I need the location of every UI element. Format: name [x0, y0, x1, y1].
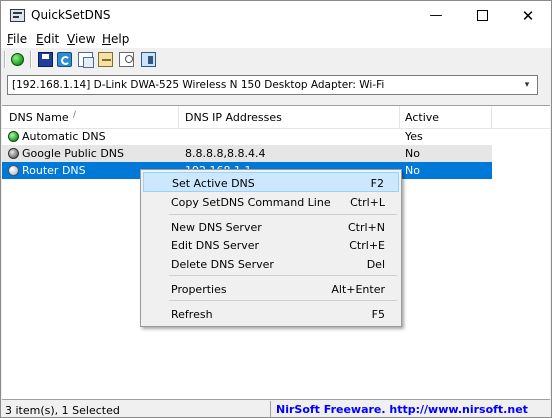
menu-item-properties[interactable]: Properties Alt+Enter — [143, 279, 399, 299]
column-header-active[interactable]: Active — [405, 111, 439, 124]
list-header: DNS Name / DNS IP Addresses Active — [2, 106, 550, 129]
close-button[interactable]: ✕ — [505, 1, 551, 31]
sort-indicator-icon: / — [73, 110, 77, 120]
status-divider — [270, 401, 271, 417]
adapter-selected-value: [192.168.1.14] D-Link DWA-525 Wireless N… — [12, 79, 385, 91]
maximize-button[interactable] — [459, 1, 505, 31]
menu-item-label: Refresh — [171, 308, 213, 321]
dns-name-cell: Google Public DNS — [22, 147, 125, 160]
menu-item-shortcut: Ctrl+N — [347, 221, 385, 234]
menu-item-edit-dns-server[interactable]: Edit DNS Server Ctrl+E — [143, 235, 399, 255]
menu-bar: File Edit View Help — [1, 31, 551, 48]
menu-help[interactable]: Help — [102, 32, 129, 46]
active-cell: Yes — [405, 130, 423, 143]
white-dot-icon — [8, 165, 19, 176]
maximize-icon — [476, 10, 488, 21]
find-icon[interactable] — [119, 52, 134, 67]
toolbar — [1, 48, 551, 72]
menu-item-refresh[interactable]: Refresh F5 — [143, 304, 399, 324]
properties-icon[interactable] — [98, 52, 113, 67]
menu-item-label: New DNS Server — [171, 221, 262, 234]
copy-icon[interactable] — [78, 52, 94, 68]
minimize-button[interactable]: — — [413, 1, 459, 31]
menu-item-label: Set Active DNS — [172, 177, 255, 190]
table-row[interactable]: Google Public DNS 8.8.8.8,8.8.4.4 No — [2, 145, 492, 162]
table-row[interactable]: Automatic DNS Yes — [2, 128, 492, 145]
set-active-dns-icon[interactable] — [11, 53, 24, 66]
menu-view[interactable]: View — [67, 32, 95, 46]
active-cell: No — [405, 147, 420, 160]
column-divider[interactable] — [491, 106, 492, 128]
menu-item-shortcut: Ctrl+E — [349, 239, 385, 252]
refresh-icon[interactable] — [57, 52, 72, 67]
menu-item-label: Edit DNS Server — [171, 239, 260, 252]
dns-name-cell: Automatic DNS — [22, 130, 106, 143]
toolbar-separator — [30, 51, 32, 68]
menu-item-label: Copy SetDNS Command Line — [171, 196, 331, 209]
toolbar-separator — [4, 51, 6, 68]
column-divider[interactable] — [399, 106, 400, 128]
menu-item-label: Properties — [171, 283, 227, 296]
network-adapter-dropdown[interactable]: [192.168.1.14] D-Link DWA-525 Wireless N… — [7, 75, 538, 95]
menu-item-shortcut: Alt+Enter — [331, 283, 385, 296]
status-item-count: 3 item(s), 1 Selected — [5, 404, 120, 417]
menu-separator — [169, 214, 397, 215]
context-menu: Set Active DNS F2 Copy SetDNS Command Li… — [140, 169, 402, 327]
green-dot-icon — [8, 131, 19, 142]
dns-ip-cell: 8.8.8.8,8.8.4.4 — [185, 147, 266, 160]
dns-name-cell: Router DNS — [22, 164, 86, 177]
menu-edit[interactable]: Edit — [36, 32, 59, 46]
menu-item-shortcut: Ctrl+L — [350, 196, 385, 209]
menu-item-shortcut: Del — [366, 258, 385, 271]
menu-file[interactable]: File — [7, 32, 27, 46]
nirsoft-link[interactable]: NirSoft Freeware. http://www.nirsoft.net — [276, 403, 528, 416]
save-icon[interactable] — [38, 52, 53, 67]
column-header-dns-name[interactable]: DNS Name — [9, 111, 69, 124]
column-divider[interactable] — [178, 106, 179, 128]
menu-item-shortcut: F2 — [370, 177, 384, 190]
menu-separator — [169, 300, 397, 301]
exit-icon[interactable] — [141, 52, 156, 67]
active-cell: No — [405, 164, 420, 177]
status-bar: 3 item(s), 1 Selected NirSoft Freeware. … — [2, 399, 550, 417]
menu-item-delete-dns-server[interactable]: Delete DNS Server Del — [143, 254, 399, 274]
menu-item-set-active-dns[interactable]: Set Active DNS F2 — [143, 172, 399, 192]
gray-dot-icon — [8, 148, 19, 159]
menu-item-copy-setdns-command-line[interactable]: Copy SetDNS Command Line Ctrl+L — [143, 192, 399, 212]
menu-item-shortcut: F5 — [371, 308, 385, 321]
app-window: QuickSetDNS — ✕ File Edit View Help [192… — [0, 0, 552, 418]
app-icon — [10, 9, 25, 22]
menu-item-new-dns-server[interactable]: New DNS Server Ctrl+N — [143, 217, 399, 237]
window-title: QuickSetDNS — [31, 8, 111, 22]
column-header-dns-ip[interactable]: DNS IP Addresses — [185, 111, 282, 124]
menu-item-label: Delete DNS Server — [171, 258, 274, 271]
title-bar: QuickSetDNS — ✕ — [1, 1, 551, 31]
menu-separator — [169, 275, 397, 276]
chevron-down-icon[interactable]: ▾ — [520, 78, 534, 92]
